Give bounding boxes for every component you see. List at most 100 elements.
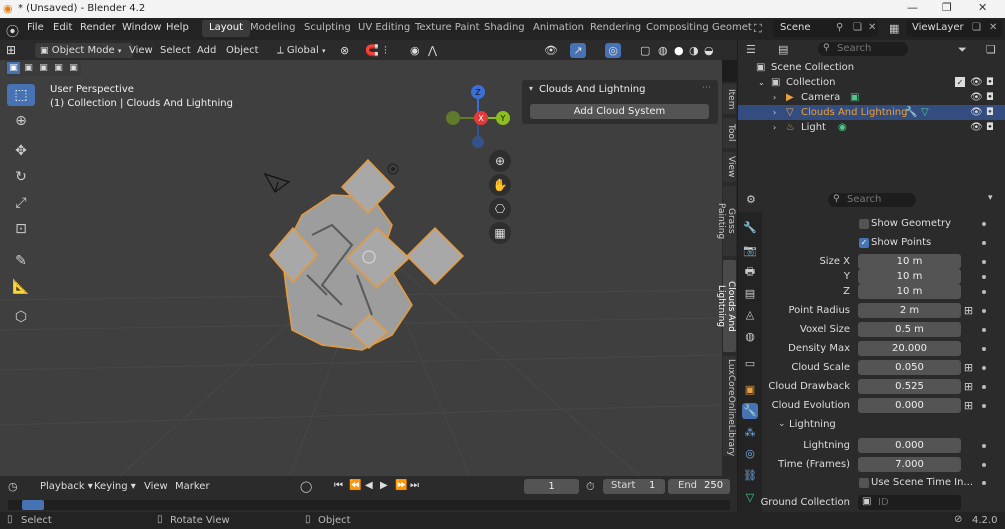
tool-settings-icon[interactable]: 🔧 (742, 220, 758, 236)
output-icon[interactable]: 🖶 (742, 264, 758, 280)
proportional-edit-icon[interactable]: ◉ (410, 43, 420, 58)
chevron-right-icon[interactable]: › (773, 105, 776, 120)
cloud-scale-field[interactable]: 0.050 (858, 360, 961, 375)
display-mode-icon[interactable]: ▤ (778, 43, 788, 56)
menu-window[interactable]: Window (122, 22, 161, 33)
delete-viewlayer-icon[interactable]: ✕ (989, 22, 997, 33)
outliner-row-collection[interactable]: ⌄ ▣ Collection ✓ 👁 ◘ (738, 75, 1005, 90)
cursor-icon[interactable]: ⊕ (7, 110, 35, 132)
chevron-right-icon[interactable]: › (773, 90, 776, 105)
next-keyframe-icon[interactable]: ⏩ (395, 480, 407, 491)
constraints-icon[interactable]: ⛓ (742, 468, 758, 484)
data-props-icon[interactable]: ▽ (742, 490, 758, 506)
navigation-gizmo[interactable]: Z Y X (440, 82, 520, 162)
cloud-evolution-field[interactable]: 0.000 (858, 398, 961, 413)
scene-icon[interactable]: ⛶ (754, 22, 762, 36)
move-icon[interactable]: ✥ (7, 140, 35, 162)
auto-keying-icon[interactable]: ◯ (300, 480, 312, 493)
menu-view[interactable]: View (144, 481, 168, 492)
menu-edit[interactable]: Edit (53, 22, 72, 33)
use-scene-time-checkbox[interactable] (859, 478, 869, 488)
tab-geometry[interactable]: Geomet (705, 20, 759, 37)
measure-icon[interactable]: 📐 (7, 276, 35, 298)
tab-shading[interactable]: Shading (477, 20, 532, 37)
anim-dot-icon[interactable] (982, 463, 986, 467)
tab-item[interactable]: Item (723, 84, 736, 114)
menu-render[interactable]: Render (80, 22, 116, 33)
object-props-icon[interactable]: ▣ (742, 382, 758, 398)
zoom-icon[interactable]: ⊕ (489, 150, 511, 172)
anim-dot-icon[interactable] (982, 309, 986, 313)
menu-view[interactable]: View (129, 43, 153, 58)
physics-icon[interactable]: ◎ (742, 446, 758, 462)
anim-dot-icon[interactable] (982, 404, 986, 408)
camera-data-icon[interactable]: ▣ (850, 90, 859, 105)
chevron-down-icon[interactable]: ⌄ (758, 75, 765, 90)
world-icon[interactable]: ◍ (742, 329, 758, 345)
gizmo-toggle-icon[interactable]: ↗ (570, 43, 586, 58)
select-subtract-icon[interactable]: ▣ (37, 62, 50, 74)
tab-animation[interactable]: Animation (526, 20, 591, 37)
tab-clouds-and-lightning[interactable]: Clouds And Lightning (716, 260, 736, 352)
start-frame-field[interactable]: Start 1 (603, 479, 665, 494)
cloud-diamond[interactable] (405, 226, 465, 286)
menu-add[interactable]: Add (197, 43, 216, 58)
exclude-checkbox-icon[interactable]: ✓ (955, 77, 965, 87)
falloff-icon[interactable]: ⋀ (428, 43, 437, 58)
menu-file[interactable]: File (27, 22, 44, 33)
outliner-row-light[interactable]: › ♨ Light ◉ 👁 ◘ (738, 120, 1005, 135)
tab-tool[interactable]: Tool (723, 118, 736, 148)
menu-select[interactable]: Select (160, 43, 191, 58)
tab-grass-painting[interactable]: Grass Painting (716, 186, 736, 256)
new-collection-icon[interactable]: ❏ (986, 43, 996, 56)
lightning-field[interactable]: 0.000 (858, 438, 961, 453)
end-frame-field[interactable]: End 250 (668, 479, 730, 494)
jump-end-icon[interactable]: ⏭ (410, 480, 419, 491)
chevron-down-icon[interactable]: ▾ (988, 193, 993, 203)
chevron-right-icon[interactable]: › (773, 120, 776, 135)
anim-dot-icon[interactable] (982, 241, 986, 245)
select-box-icon[interactable]: ⬚ (7, 84, 35, 106)
menu-playback[interactable]: Playback ▾ (40, 481, 93, 492)
view-layer-icon[interactable]: ▤ (742, 286, 758, 302)
anim-dot-icon[interactable] (982, 260, 986, 264)
select-extend-icon[interactable]: ▣ (22, 62, 35, 74)
menu-help[interactable]: Help (166, 22, 189, 33)
scale-icon[interactable]: ⤢ (7, 192, 35, 214)
point-radius-field[interactable]: 2 m (858, 303, 961, 318)
input-socket-icon[interactable]: ⊞ (962, 361, 975, 374)
transform-icon[interactable]: ⊡ (7, 218, 35, 240)
anim-dot-icon[interactable] (982, 328, 986, 332)
rendered-shading-icon[interactable]: ◒ (704, 43, 714, 58)
minimize-icon[interactable]: — (907, 1, 918, 14)
cloud-object[interactable] (262, 155, 502, 375)
render-camera-icon[interactable]: ◘ (986, 90, 994, 105)
time-frames-field[interactable]: 7.000 (858, 457, 961, 472)
annotate-icon[interactable]: ✎ (7, 250, 35, 272)
drag-handle-icon[interactable]: ⋯ (702, 83, 711, 93)
show-geometry-checkbox[interactable] (859, 219, 869, 229)
tab-view[interactable]: View (723, 152, 736, 182)
light-data-icon[interactable]: ◉ (838, 120, 847, 135)
pin-icon[interactable]: ⚲ (836, 22, 843, 33)
perspective-toggle-icon[interactable]: ▦ (489, 222, 511, 244)
stopwatch-icon[interactable]: ⏱ (586, 480, 595, 494)
outliner-row-camera[interactable]: › ▶ Camera ▣ 👁 ◘ (738, 90, 1005, 105)
new-scene-icon[interactable]: ❏ (853, 22, 862, 33)
viewlayer-icon[interactable]: ▦ (889, 22, 899, 35)
play-icon[interactable]: ▶ (380, 480, 388, 491)
menu-marker[interactable]: Marker (175, 481, 210, 492)
anim-dot-icon[interactable] (982, 481, 986, 485)
tab-sculpting[interactable]: Sculpting (297, 20, 358, 37)
select-invert-icon[interactable]: ▣ (52, 62, 65, 74)
render-camera-icon[interactable]: ◘ (986, 120, 994, 135)
timeline-editor-icon[interactable]: ◷ (8, 480, 18, 493)
tab-modeling[interactable]: Modeling (243, 20, 303, 37)
transform-orientation[interactable]: ⟂ Global ▾ (277, 43, 325, 58)
anim-dot-icon[interactable] (982, 275, 986, 279)
size-z-field[interactable]: 10 m (858, 284, 961, 299)
add-cloud-system-button[interactable]: Add Cloud System (530, 104, 709, 119)
material-shading-icon[interactable]: ◑ (689, 43, 699, 58)
visibility-eye-icon[interactable]: 👁 (970, 105, 983, 120)
visibility-eye-icon[interactable]: 👁 (970, 75, 983, 90)
